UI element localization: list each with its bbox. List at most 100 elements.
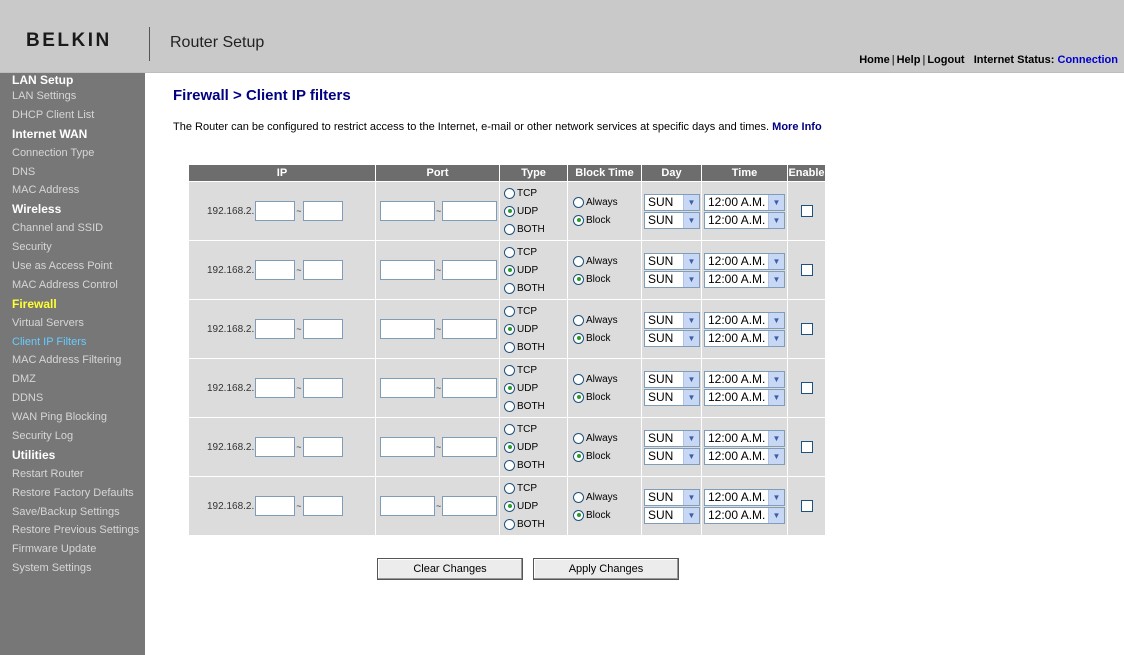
ip-start-input[interactable] [255, 260, 296, 280]
block-radio-always[interactable] [573, 314, 584, 326]
sidebar-item-lan-settings[interactable]: LAN Settings [0, 87, 145, 106]
end-day-select[interactable]: SUN ▼ [644, 388, 700, 406]
ip-start-input[interactable] [255, 319, 296, 339]
enable-checkbox[interactable] [800, 382, 813, 394]
chevron-down-icon[interactable]: ▼ [683, 212, 699, 228]
start-time-select[interactable]: 12:00 A.M. ▼ [704, 429, 785, 447]
block-radio-block[interactable] [573, 214, 584, 226]
port-end-input[interactable] [442, 260, 498, 280]
port-start-input[interactable] [380, 319, 435, 339]
type-option-udp[interactable]: UDP [504, 320, 567, 338]
enable-checkbox[interactable] [800, 205, 813, 217]
more-info-link[interactable]: More Info [772, 121, 822, 133]
chevron-down-icon[interactable]: ▼ [683, 371, 699, 387]
help-link[interactable]: Help [897, 54, 921, 66]
type-option-udp[interactable]: UDP [504, 261, 567, 279]
start-time-select[interactable]: 12:00 A.M. ▼ [704, 311, 785, 329]
block-option-always[interactable]: Always [573, 429, 641, 447]
port-end-input[interactable] [442, 437, 498, 457]
type-radio-udp[interactable] [504, 382, 515, 394]
block-option-block[interactable]: Block [573, 270, 641, 288]
sidebar-item-firmware-update[interactable]: Firmware Update [0, 540, 145, 559]
start-time-select[interactable]: 12:00 A.M. ▼ [704, 193, 785, 211]
chevron-down-icon[interactable]: ▼ [768, 212, 784, 228]
type-radio-both[interactable] [504, 341, 515, 353]
port-end-input[interactable] [442, 378, 498, 398]
end-day-select[interactable]: SUN ▼ [644, 447, 700, 465]
type-option-both[interactable]: BOTH [504, 279, 567, 297]
type-option-udp[interactable]: UDP [504, 379, 567, 397]
type-radio-udp[interactable] [504, 441, 515, 453]
block-radio-always[interactable] [573, 255, 584, 267]
block-radio-block[interactable] [573, 450, 584, 462]
block-option-always[interactable]: Always [573, 193, 641, 211]
ip-end-input[interactable] [302, 437, 343, 457]
type-radio-tcp[interactable] [504, 305, 515, 317]
clear-changes-button[interactable]: Clear Changes [377, 558, 523, 580]
block-option-always[interactable]: Always [573, 370, 641, 388]
sidebar-item-dhcp-client-list[interactable]: DHCP Client List [0, 106, 145, 125]
chevron-down-icon[interactable]: ▼ [768, 489, 784, 505]
start-time-select[interactable]: 12:00 A.M. ▼ [704, 252, 785, 270]
chevron-down-icon[interactable]: ▼ [768, 253, 784, 269]
sidebar-item-dns[interactable]: DNS [0, 163, 145, 182]
start-day-select[interactable]: SUN ▼ [644, 488, 700, 506]
type-radio-both[interactable] [504, 518, 515, 530]
block-option-block[interactable]: Block [573, 388, 641, 406]
chevron-down-icon[interactable]: ▼ [768, 430, 784, 446]
block-radio-always[interactable] [573, 196, 584, 208]
start-time-select[interactable]: 12:00 A.M. ▼ [704, 488, 785, 506]
end-time-select[interactable]: 12:00 A.M. ▼ [704, 211, 785, 229]
block-radio-block[interactable] [573, 509, 584, 521]
end-time-select[interactable]: 12:00 A.M. ▼ [704, 270, 785, 288]
sidebar-item-client-ip-filters[interactable]: Client IP Filters [0, 333, 145, 352]
type-radio-tcp[interactable] [504, 246, 515, 258]
start-day-select[interactable]: SUN ▼ [644, 252, 700, 270]
chevron-down-icon[interactable]: ▼ [768, 389, 784, 405]
sidebar-item-wan-ping-blocking[interactable]: WAN Ping Blocking [0, 408, 145, 427]
end-day-select[interactable]: SUN ▼ [644, 329, 700, 347]
type-radio-both[interactable] [504, 459, 515, 471]
sidebar-item-restart-router[interactable]: Restart Router [0, 465, 145, 484]
type-radio-both[interactable] [504, 400, 515, 412]
block-radio-always[interactable] [573, 373, 584, 385]
chevron-down-icon[interactable]: ▼ [683, 389, 699, 405]
type-option-tcp[interactable]: TCP [504, 184, 567, 202]
port-end-input[interactable] [442, 201, 498, 221]
enable-checkbox[interactable] [800, 323, 813, 335]
type-option-tcp[interactable]: TCP [504, 243, 567, 261]
sidebar-item-restore-previous-settings[interactable]: Restore Previous Settings [0, 521, 145, 540]
sidebar-item-ddns[interactable]: DDNS [0, 389, 145, 408]
type-option-tcp[interactable]: TCP [504, 361, 567, 379]
type-option-udp[interactable]: UDP [504, 497, 567, 515]
type-option-both[interactable]: BOTH [504, 456, 567, 474]
port-end-input[interactable] [442, 496, 498, 516]
start-day-select[interactable]: SUN ▼ [644, 429, 700, 447]
sidebar-item-dmz[interactable]: DMZ [0, 370, 145, 389]
type-radio-udp[interactable] [504, 323, 515, 335]
ip-start-input[interactable] [255, 201, 296, 221]
ip-end-input[interactable] [302, 319, 343, 339]
chevron-down-icon[interactable]: ▼ [683, 253, 699, 269]
port-start-input[interactable] [380, 437, 435, 457]
sidebar-item-security-log[interactable]: Security Log [0, 427, 145, 446]
enable-checkbox[interactable] [800, 264, 813, 276]
chevron-down-icon[interactable]: ▼ [683, 312, 699, 328]
port-end-input[interactable] [442, 319, 498, 339]
port-start-input[interactable] [380, 260, 435, 280]
sidebar-item-system-settings[interactable]: System Settings [0, 559, 145, 578]
block-option-always[interactable]: Always [573, 488, 641, 506]
type-radio-tcp[interactable] [504, 423, 515, 435]
type-option-both[interactable]: BOTH [504, 397, 567, 415]
type-radio-tcp[interactable] [504, 187, 515, 199]
type-option-udp[interactable]: UDP [504, 438, 567, 456]
block-option-always[interactable]: Always [573, 252, 641, 270]
block-radio-block[interactable] [573, 391, 584, 403]
end-day-select[interactable]: SUN ▼ [644, 506, 700, 524]
start-day-select[interactable]: SUN ▼ [644, 193, 700, 211]
block-option-block[interactable]: Block [573, 329, 641, 347]
apply-changes-button[interactable]: Apply Changes [533, 558, 679, 580]
chevron-down-icon[interactable]: ▼ [768, 507, 784, 523]
type-radio-both[interactable] [504, 223, 515, 235]
chevron-down-icon[interactable]: ▼ [768, 194, 784, 210]
